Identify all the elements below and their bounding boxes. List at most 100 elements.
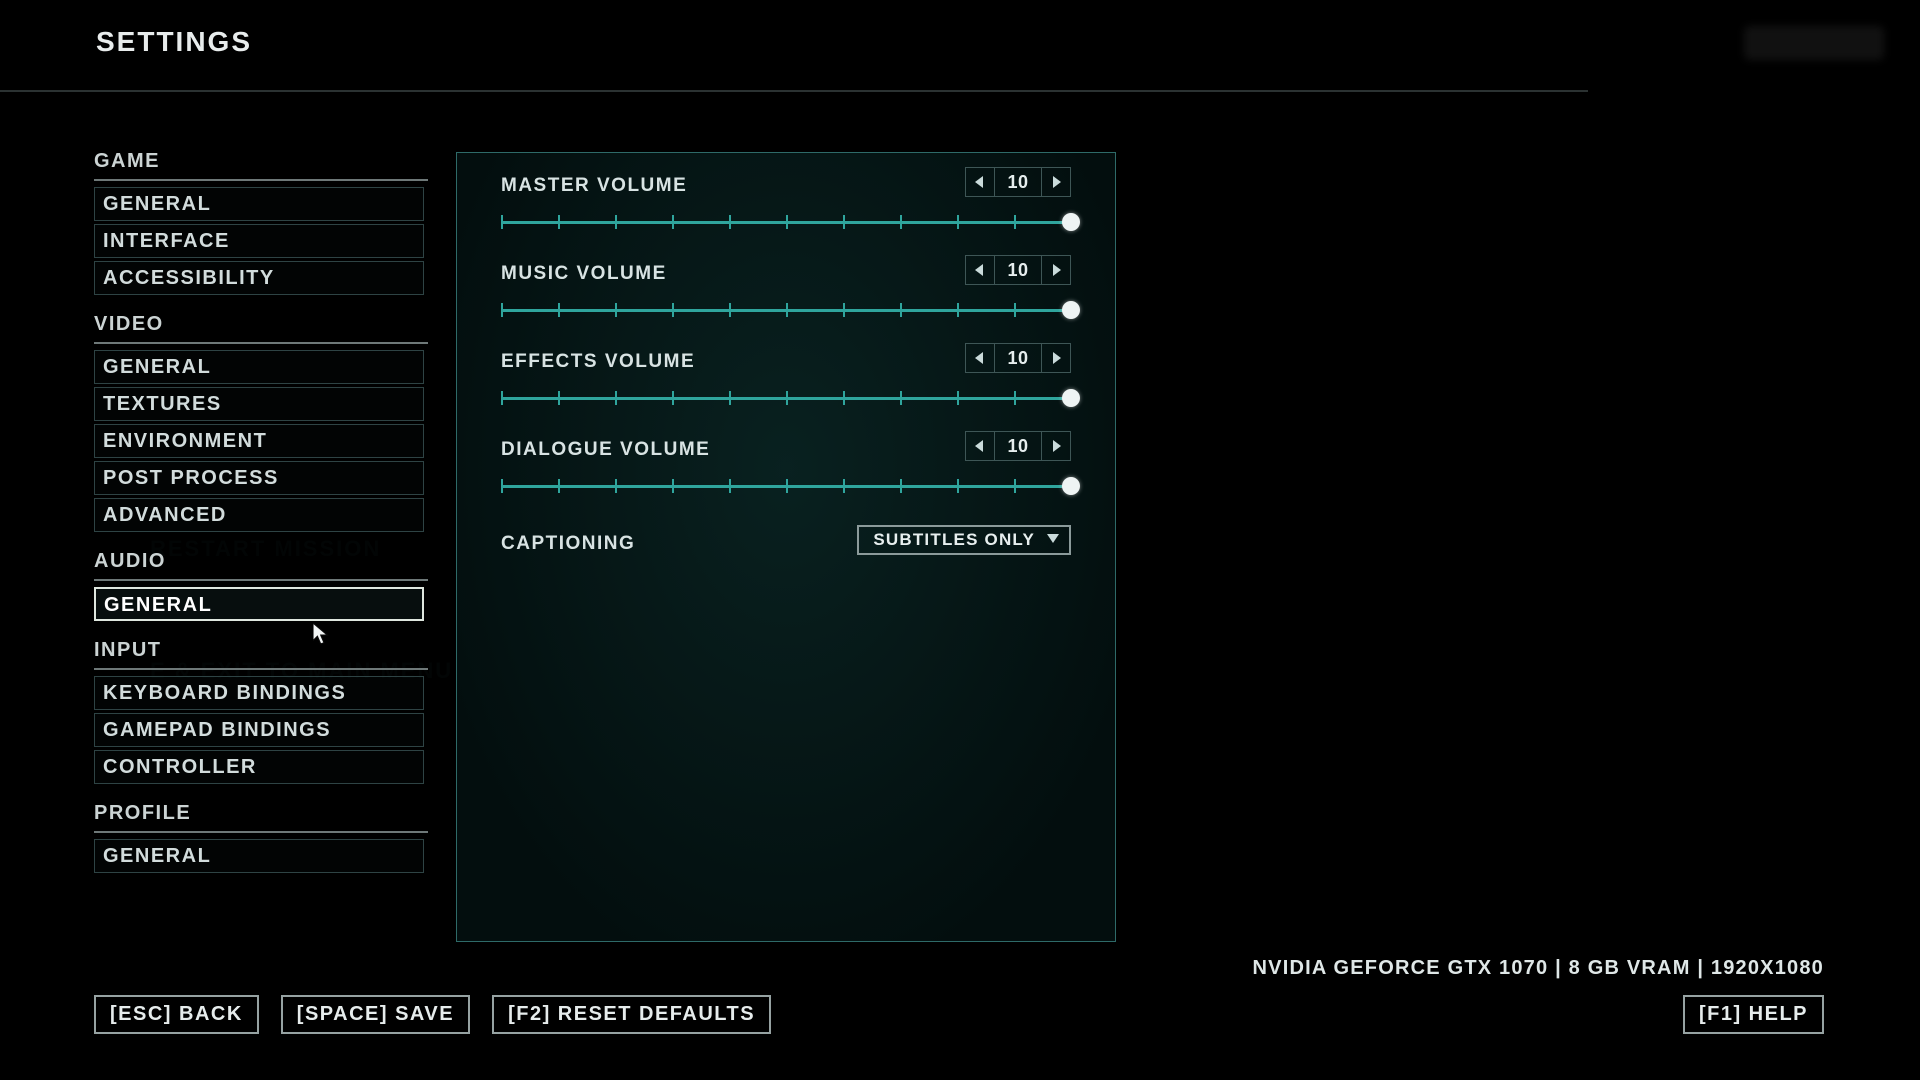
- category-label: AUDIO: [94, 550, 428, 573]
- slider-tick: [843, 303, 845, 317]
- chevron-down-icon: [1047, 531, 1059, 549]
- sidebar-item-profile-general[interactable]: GENERAL: [94, 839, 424, 873]
- captioning-dropdown[interactable]: SUBTITLES ONLY: [857, 525, 1071, 555]
- category-divider: [94, 668, 428, 670]
- slider-tick: [957, 303, 959, 317]
- stepper-decrement-icon[interactable]: [966, 168, 994, 196]
- setting-captioning: CAPTIONING SUBTITLES ONLY: [457, 493, 1115, 555]
- dropdown-value: SUBTITLES ONLY: [873, 530, 1035, 550]
- setting-effects-volume: EFFECTS VOLUME 10: [457, 317, 1115, 405]
- sidebar-item-input-keyboard[interactable]: KEYBOARD BINDINGS: [94, 676, 424, 710]
- slider-tick: [957, 479, 959, 493]
- sidebar-item-input-controller[interactable]: CONTROLLER: [94, 750, 424, 784]
- slider-tick: [1014, 215, 1016, 229]
- category-label: PROFILE: [94, 802, 428, 825]
- slider-tick: [900, 303, 902, 317]
- slider-tick: [957, 215, 959, 229]
- slider-tick: [1014, 303, 1016, 317]
- category-divider: [94, 831, 428, 833]
- value-stepper: 10: [965, 255, 1071, 285]
- slider-tick: [615, 215, 617, 229]
- slider-tick: [786, 215, 788, 229]
- slider-tick: [957, 391, 959, 405]
- sidebar-item-game-interface[interactable]: INTERFACE: [94, 224, 424, 258]
- slider-tick: [786, 479, 788, 493]
- volume-slider[interactable]: [501, 303, 1071, 317]
- help-button[interactable]: [F1] HELP: [1683, 995, 1824, 1034]
- slider-tick: [558, 303, 560, 317]
- slider-tick: [501, 391, 503, 405]
- slider-tick: [729, 303, 731, 317]
- stepper-value: 10: [994, 256, 1042, 284]
- stepper-decrement-icon[interactable]: [966, 256, 994, 284]
- page-title: SETTINGS: [96, 26, 252, 58]
- stepper-increment-icon[interactable]: [1042, 168, 1070, 196]
- save-button[interactable]: [SPACE] SAVE: [281, 995, 470, 1034]
- category-divider: [94, 579, 428, 581]
- sidebar-item-video-environment[interactable]: ENVIRONMENT: [94, 424, 424, 458]
- slider-tick: [843, 391, 845, 405]
- stepper-decrement-icon[interactable]: [966, 432, 994, 460]
- category-label: INPUT: [94, 639, 428, 662]
- sidebar-item-video-advanced[interactable]: ADVANCED: [94, 498, 424, 532]
- slider-tick: [501, 303, 503, 317]
- category-label: VIDEO: [94, 313, 428, 336]
- footer-left: [ESC] BACK [SPACE] SAVE [F2] RESET DEFAU…: [94, 995, 771, 1034]
- reset-defaults-button[interactable]: [F2] RESET DEFAULTS: [492, 995, 771, 1034]
- slider-tick: [900, 479, 902, 493]
- slider-tick: [615, 479, 617, 493]
- sidebar-item-video-postprocess[interactable]: POST PROCESS: [94, 461, 424, 495]
- volume-slider[interactable]: [501, 391, 1071, 405]
- settings-screen: SETTINGS RESTART MISSION E & EXIT TO MAI…: [0, 0, 1920, 1080]
- sidebar-item-game-general[interactable]: GENERAL: [94, 187, 424, 221]
- value-stepper: 10: [965, 343, 1071, 373]
- category-label: GAME: [94, 150, 428, 173]
- sidebar-item-input-gamepad[interactable]: GAMEPAD BINDINGS: [94, 713, 424, 747]
- sidebar-item-game-accessibility[interactable]: ACCESSIBILITY: [94, 261, 424, 295]
- setting-music-volume: MUSIC VOLUME 10: [457, 229, 1115, 317]
- slider-tick: [672, 215, 674, 229]
- value-stepper: 10: [965, 431, 1071, 461]
- sidebar-category-audio: AUDIO GENERAL: [94, 550, 428, 621]
- slider-tick: [501, 479, 503, 493]
- slider-tick: [1014, 391, 1016, 405]
- stepper-value: 10: [994, 344, 1042, 372]
- slider-tick: [786, 303, 788, 317]
- sidebar-item-video-textures[interactable]: TEXTURES: [94, 387, 424, 421]
- setting-master-volume: MASTER VOLUME 10: [457, 153, 1115, 229]
- value-stepper: 10: [965, 167, 1071, 197]
- gpu-info: NVIDIA GEFORCE GTX 1070 | 8 GB VRAM | 19…: [1253, 957, 1824, 980]
- slider-tick: [729, 215, 731, 229]
- settings-panel: MASTER VOLUME 10: [456, 152, 1116, 942]
- slider-tick: [1014, 479, 1016, 493]
- slider-tick: [672, 391, 674, 405]
- stepper-value: 10: [994, 432, 1042, 460]
- stepper-increment-icon[interactable]: [1042, 432, 1070, 460]
- back-button[interactable]: [ESC] BACK: [94, 995, 259, 1034]
- category-divider: [94, 179, 428, 181]
- stepper-value: 10: [994, 168, 1042, 196]
- volume-slider[interactable]: [501, 215, 1071, 229]
- volume-slider[interactable]: [501, 479, 1071, 493]
- sidebar-item-video-general[interactable]: GENERAL: [94, 350, 424, 384]
- settings-sidebar: GAME GENERAL INTERFACE ACCESSIBILITY VID…: [94, 150, 428, 891]
- sidebar-item-audio-general[interactable]: GENERAL: [94, 587, 424, 621]
- category-divider: [94, 342, 428, 344]
- slider-tick: [729, 391, 731, 405]
- slider-tick: [558, 215, 560, 229]
- slider-tick: [900, 215, 902, 229]
- slider-tick: [843, 215, 845, 229]
- slider-tick: [672, 303, 674, 317]
- slider-tick: [501, 215, 503, 229]
- stepper-increment-icon[interactable]: [1042, 344, 1070, 372]
- slider-tick: [900, 391, 902, 405]
- slider-tick: [558, 391, 560, 405]
- slider-tick: [558, 479, 560, 493]
- sidebar-category-game: GAME GENERAL INTERFACE ACCESSIBILITY: [94, 150, 428, 295]
- slider-tick: [729, 479, 731, 493]
- slider-tick: [786, 391, 788, 405]
- sidebar-category-profile: PROFILE GENERAL: [94, 802, 428, 873]
- stepper-decrement-icon[interactable]: [966, 344, 994, 372]
- stepper-increment-icon[interactable]: [1042, 256, 1070, 284]
- slider-tick: [615, 391, 617, 405]
